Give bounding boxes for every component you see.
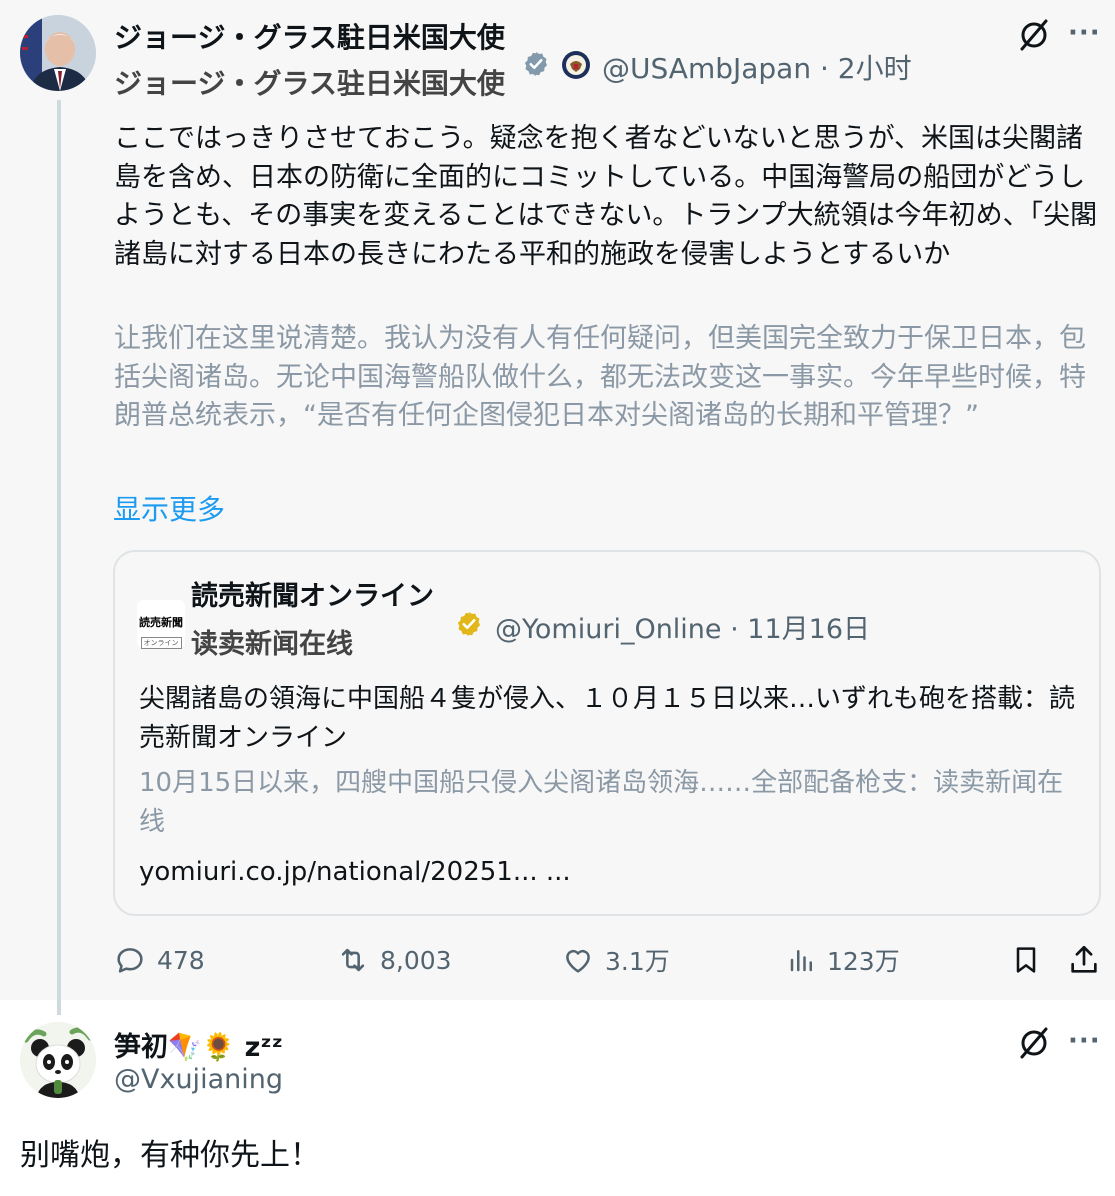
thread-line — [57, 100, 61, 1015]
reply-count: 478 — [157, 945, 205, 975]
like-button[interactable]: 3.1万 — [561, 940, 670, 980]
repost-button[interactable]: 8,003 — [336, 940, 452, 980]
repost-count: 8,003 — [380, 945, 452, 975]
heart-icon — [566, 949, 590, 973]
reply-icon — [117, 948, 143, 973]
bookmark-icon — [1016, 947, 1036, 973]
reply-more-options-icon[interactable]: ··· — [1068, 1026, 1101, 1056]
views-chart-icon — [790, 950, 812, 972]
quoted-post-card[interactable]: 読売新聞 オンライン 読売新聞オンライン 读卖新闻在线 @Yomiuri_Onl… — [113, 550, 1101, 916]
yomiuri-logo-subtext: オンライン — [140, 637, 182, 649]
views-count: 123万 — [827, 947, 900, 976]
quote-link-url[interactable]: yomiuri.co.jp/national/20251... ... — [139, 857, 571, 887]
like-count: 3.1万 — [605, 947, 670, 976]
post-text-jp: ここではっきりさせておこう。疑念を抱く者などいないと思うが、米国は尖閣諸島を含め… — [114, 123, 1098, 270]
author-name-jp[interactable]: ジョージ・グラス駐日米国大使 — [114, 16, 505, 56]
verified-gold-badge-icon — [457, 611, 481, 637]
yomiuri-logo: 読売新聞 オンライン — [137, 600, 185, 649]
us-state-dept-seal-icon — [562, 51, 590, 79]
quote-text-jp: 尖閣諸島の領海に中国船４隻が侵入、１０月１５日以来…いずれも砲を搭載：読売新聞オ… — [139, 684, 1076, 753]
ambassador-avatar[interactable] — [20, 15, 96, 91]
reply-button[interactable]: 478 — [113, 940, 205, 980]
share-button[interactable] — [1064, 940, 1104, 980]
quote-handle: @Yomiuri_Online — [495, 614, 722, 645]
yomiuri-logo-text: 読売新聞 — [139, 616, 183, 629]
quote-handle-row: @Yomiuri_Online · 11月16日 — [495, 607, 870, 646]
post-text-translation: 让我们在这里说清楚。我认为没有人有任何疑问，但美国完全致力于保卫日本，包括尖阁诸… — [114, 323, 1086, 431]
reply-author-name[interactable]: 笋初🪁🌻 zᶻᶻ — [114, 1025, 283, 1064]
reply-author-handle[interactable]: @Vxujianing — [114, 1064, 283, 1095]
author-handle-row: @USAmbJapan · 2小时 — [602, 47, 912, 87]
panda-avatar-image — [20, 1022, 96, 1098]
more-options-icon[interactable]: ··· — [1068, 18, 1101, 48]
share-icon — [1071, 945, 1097, 973]
quote-time: · 11月16日 — [730, 614, 871, 645]
repost-icon — [341, 948, 365, 972]
grok-icon[interactable] — [1017, 18, 1051, 52]
reply-author-avatar[interactable] — [20, 1022, 96, 1098]
quote-author-name-zh: 读卖新闻在线 — [191, 629, 353, 660]
verified-gray-badge-icon[interactable] — [522, 50, 550, 78]
post-time[interactable]: · 2小时 — [820, 52, 912, 85]
avatar-image — [20, 15, 96, 91]
author-name-zh: ジョージ・グラス驻日米国大使 — [114, 67, 505, 100]
reply-grok-icon[interactable] — [1017, 1026, 1051, 1060]
views-button[interactable]: 123万 — [787, 940, 900, 980]
show-more-link[interactable]: 显示更多 — [113, 488, 225, 528]
reply-text: 别嘴炮，有种你先上！ — [20, 1138, 320, 1173]
author-handle[interactable]: @USAmbJapan — [602, 52, 811, 85]
quote-text-translation: 10月15日以来，四艘中国船只侵入尖阁诸岛领海……全部配备枪支：读卖新闻在线 — [139, 768, 1064, 837]
quote-author-name-jp: 読売新聞オンライン — [191, 581, 434, 612]
bookmark-button[interactable] — [1006, 940, 1046, 980]
